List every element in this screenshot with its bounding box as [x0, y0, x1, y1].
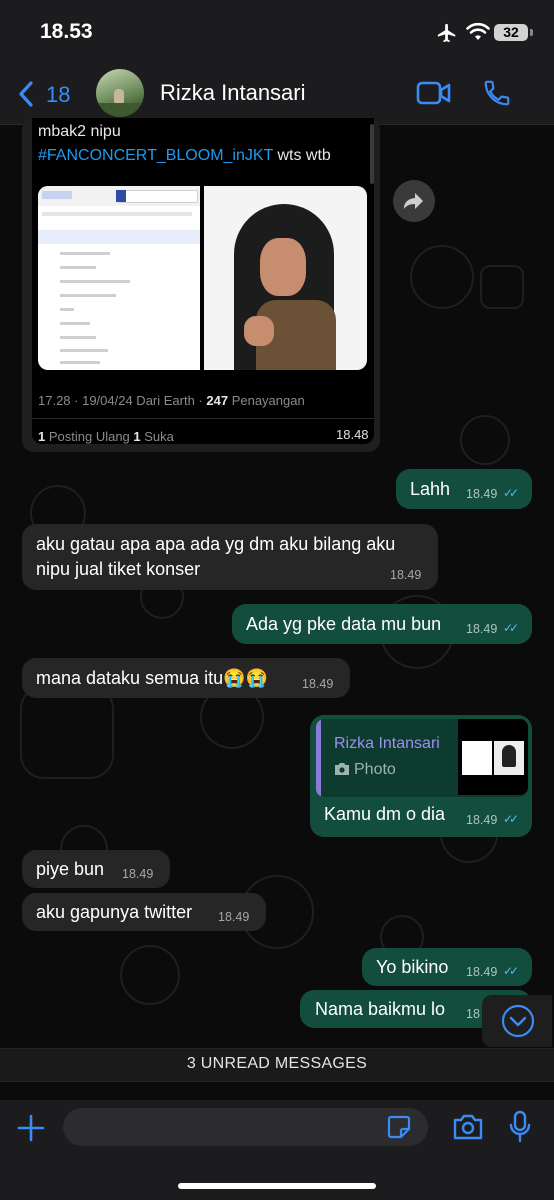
message-text: mana dataku semua itu😭😭: [36, 668, 268, 688]
tweet-meta: 17.28 · 19/04/24 Dari Earth · 247 Penaya…: [38, 393, 305, 408]
message-text: aku gapunya twitter: [36, 902, 193, 922]
message-time: 18.49: [466, 487, 498, 501]
message-input[interactable]: [63, 1108, 428, 1146]
tweet-stats: 1 Posting Ulang 1 Suka: [38, 429, 174, 444]
tweet-hashtag-suffix: wts wtb: [273, 147, 331, 164]
read-receipt-icon: ✓✓: [503, 812, 519, 826]
image-message-time: 18.48: [336, 427, 369, 442]
camera-icon: [335, 763, 349, 775]
message-text: Lahh: [410, 479, 451, 499]
forward-icon: [404, 193, 423, 209]
forward-button[interactable]: [393, 180, 435, 222]
message-time: 18: [466, 1007, 480, 1021]
contact-name[interactable]: Rizka Intansari: [160, 80, 306, 106]
tweet-likes-label: Suka: [140, 429, 174, 444]
plus-icon[interactable]: [16, 1113, 46, 1143]
read-receipt-icon: ✓✓: [503, 486, 519, 500]
message-time: 18.49: [390, 568, 422, 582]
battery-indicator: 32: [494, 24, 528, 41]
voice-call-icon[interactable]: [482, 78, 512, 108]
scroll-down-icon: [501, 1004, 535, 1038]
message-time: 18.49: [466, 965, 498, 979]
microphone-icon[interactable]: [508, 1110, 532, 1144]
message-text: piye bun: [36, 859, 105, 879]
message-time: 18.49: [218, 910, 250, 924]
message-time: 18.49: [302, 677, 334, 691]
battery-tip: [530, 29, 533, 36]
tweet-image-form: [38, 186, 200, 370]
message-time: 18.49: [466, 622, 498, 636]
message-text-line2: nipu jual tiket konser: [36, 559, 201, 579]
back-unread-count[interactable]: 18: [46, 82, 70, 108]
tweet-meta-text: 17.28 · 19/04/24 Dari Earth ·: [38, 393, 207, 408]
message-text: Kamu dm o dia: [324, 804, 446, 824]
scroll-down-button[interactable]: [482, 995, 552, 1047]
tweet-views-count: 247: [206, 393, 229, 408]
divider: [32, 418, 374, 419]
status-time: 18.53: [40, 20, 93, 43]
message-text: Nama baikmu lo: [315, 999, 446, 1019]
tweet-hashtag-line: #FANCONCERT_BLOOM_inJKT wts wtb: [38, 147, 331, 165]
message-time: 18.49: [466, 813, 498, 827]
reply-author: Rizka Intansari: [334, 735, 440, 752]
tweet-hashtag: #FANCONCERT_BLOOM_inJKT: [38, 147, 274, 164]
airplane-icon: [437, 23, 456, 43]
home-indicator: [178, 1183, 376, 1189]
read-receipt-icon: ✓✓: [503, 964, 519, 978]
message-text-line1: aku gatau apa apa ada yg dm aku bilang a…: [36, 534, 396, 554]
tweet-image-portrait: [204, 186, 367, 370]
tweet-likes-count: 1: [133, 429, 141, 444]
read-receipt-icon: ✓✓: [503, 621, 519, 635]
sticker-icon[interactable]: [386, 1114, 412, 1140]
video-call-icon[interactable]: [416, 80, 452, 106]
wifi-icon: [466, 22, 490, 40]
tweet-scrollbar: [370, 124, 374, 184]
reply-thumbnail: [458, 719, 528, 795]
reply-type: Photo: [354, 761, 396, 778]
back-chevron-icon[interactable]: [16, 80, 36, 108]
avatar[interactable]: [96, 69, 144, 117]
message-text: Yo bikino: [376, 957, 449, 977]
message-time: 18.49: [122, 867, 154, 881]
camera-icon[interactable]: [452, 1113, 484, 1141]
tweet-reposts-label: Posting Ulang: [45, 429, 134, 444]
tweet-text-line1: mbak2 nipu: [38, 123, 121, 140]
tweet-views-label: Penayangan: [228, 393, 305, 408]
message-text: Ada yg pke data mu bun: [246, 614, 442, 634]
unread-banner-text: 3 UNREAD MESSAGES: [186, 1055, 368, 1072]
